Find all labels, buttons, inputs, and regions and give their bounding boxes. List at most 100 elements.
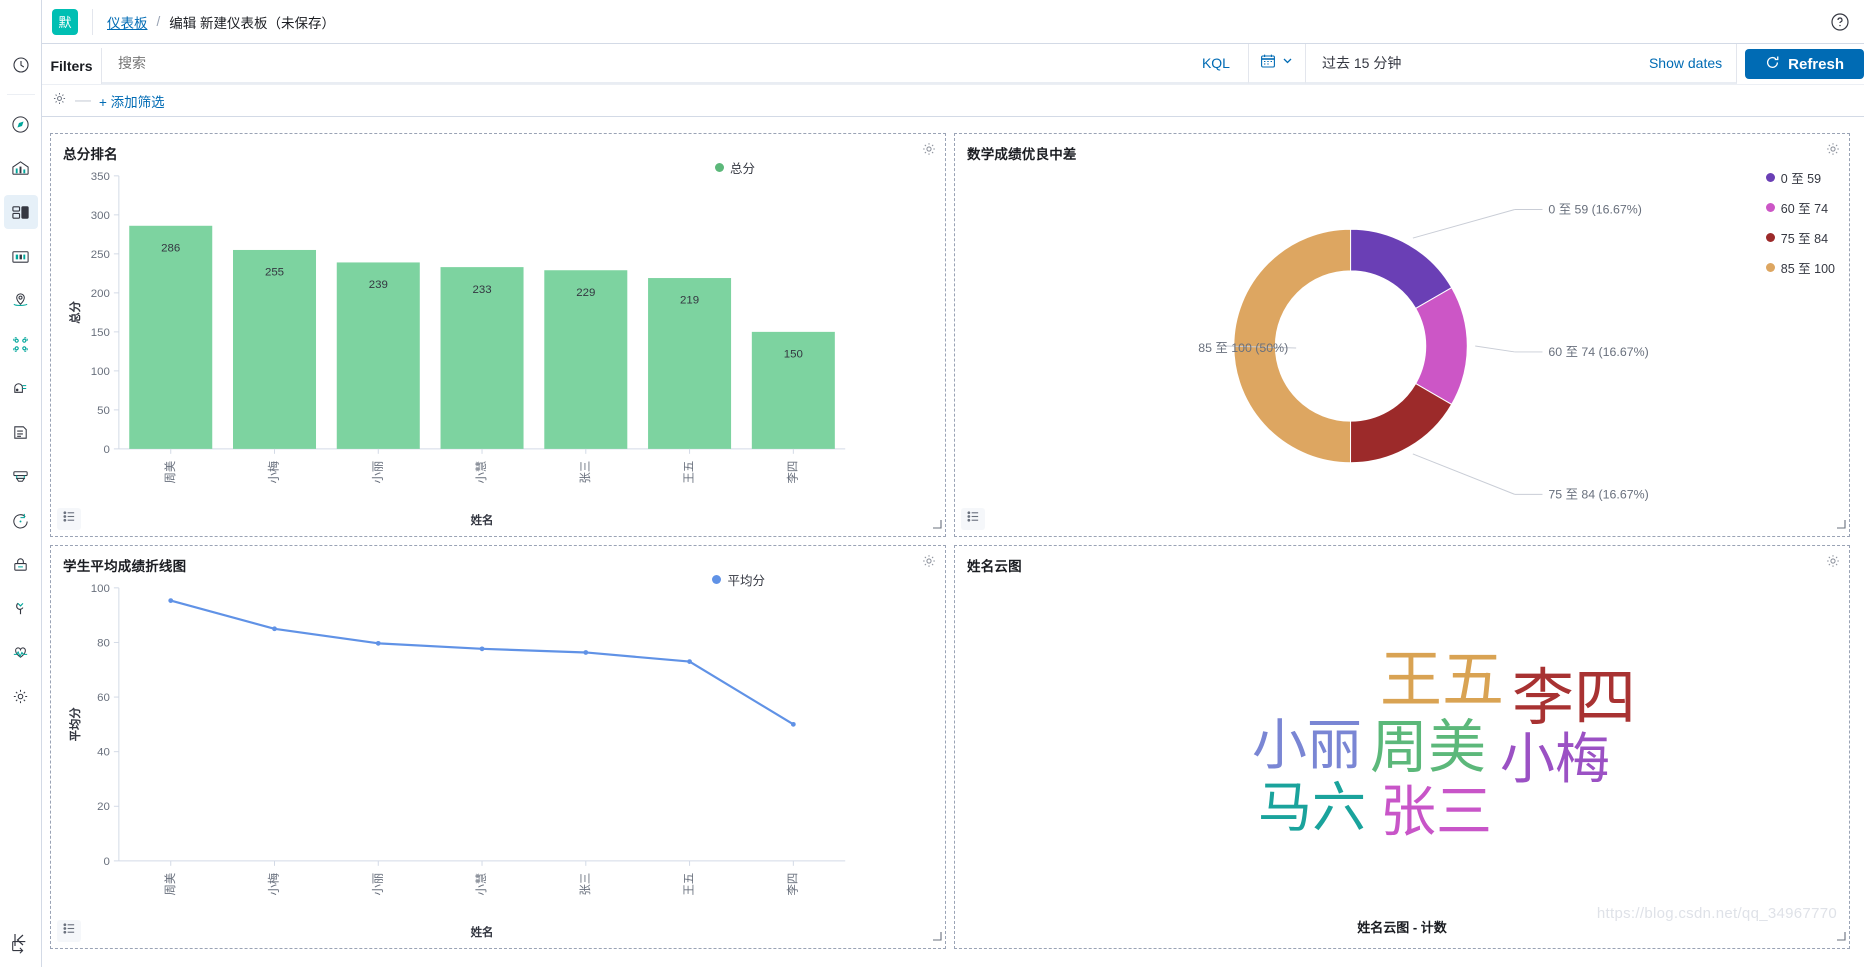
filters-tab[interactable]: Filters: [42, 48, 102, 84]
svg-text:100: 100: [91, 583, 110, 595]
sidebar-nav-rail: [0, 0, 42, 967]
svg-text:233: 233: [472, 284, 491, 296]
export-icon[interactable]: [10, 938, 28, 961]
word-cloud-term[interactable]: 李四: [1512, 668, 1636, 730]
monitoring-heart-icon: [11, 643, 30, 662]
svg-text:350: 350: [91, 171, 110, 183]
svg-text:周美: 周美: [163, 461, 177, 484]
svg-text:张三: 张三: [579, 873, 592, 896]
panel-total-score-ranking[interactable]: 总分排名 总分 0 50 100 150 200 250 300 350 总分 286 周美 255 小…: [50, 133, 946, 537]
svg-text:250: 250: [91, 249, 110, 261]
sidebar-item-maps[interactable]: [4, 283, 38, 317]
add-filter-link[interactable]: + 添加筛选: [99, 91, 165, 111]
kibana-logo[interactable]: [0, 0, 4, 44]
svg-text:姓名: 姓名: [471, 925, 494, 939]
sidebar-item-dev-tools[interactable]: [4, 591, 38, 625]
sidebar-item-monitoring[interactable]: [4, 635, 38, 669]
word-cloud-term[interactable]: 小梅: [1500, 732, 1610, 787]
breadcrumb-dashboard-link[interactable]: 仪表板: [107, 12, 148, 32]
sidebar-item-recently-viewed[interactable]: [4, 48, 38, 82]
svg-text:85 至 100 (50%): 85 至 100 (50%): [1198, 341, 1288, 355]
svg-text:229: 229: [576, 287, 595, 299]
date-range-display[interactable]: 过去 15 分钟: [1304, 44, 1635, 84]
gear-icon[interactable]: [52, 91, 67, 111]
svg-text:200: 200: [91, 288, 110, 300]
svg-text:小丽: 小丽: [371, 461, 384, 484]
panel-resize-handle[interactable]: [1835, 928, 1846, 946]
sidebar-item-logs[interactable]: [4, 415, 38, 449]
sidebar-item-visualize[interactable]: [4, 151, 38, 185]
svg-text:周美: 周美: [163, 873, 177, 896]
sidebar-item-management[interactable]: [4, 679, 38, 713]
panel-options-gear-icon[interactable]: [1825, 553, 1841, 574]
graph-icon: [11, 335, 30, 354]
sidebar-item-uptime[interactable]: [4, 547, 38, 581]
show-dates-button[interactable]: Show dates: [1634, 44, 1738, 84]
refresh-icon: [1765, 55, 1780, 74]
list-icon: [62, 510, 76, 528]
breadcrumb-current: 编辑 新建仪表板（未保存）: [169, 15, 336, 31]
svg-text:小丽: 小丽: [371, 873, 384, 896]
panel-resize-handle[interactable]: [1835, 516, 1846, 534]
svg-text:李四: 李四: [785, 461, 799, 484]
word-cloud-term[interactable]: 马六: [1258, 781, 1366, 835]
sidebar-item-apm[interactable]: [4, 503, 38, 537]
kql-language-button[interactable]: KQL: [1183, 44, 1248, 84]
svg-text:80: 80: [97, 637, 110, 649]
svg-text:75 至 84 (16.67%): 75 至 84 (16.67%): [1548, 487, 1648, 501]
sidebar-item-metrics[interactable]: [4, 459, 38, 493]
visualize-chart-icon: [11, 159, 30, 178]
logs-icon: [11, 423, 30, 442]
panel-resize-handle[interactable]: [931, 516, 942, 534]
svg-text:60: 60: [97, 692, 110, 704]
svg-text:小慧: 小慧: [474, 461, 488, 484]
sidebar-item-dashboard[interactable]: [3, 195, 38, 229]
panel-math-grade-distribution[interactable]: 数学成绩优良中差 0 至 59 60 至 74 75 至 84 85 至 100 0 …: [954, 133, 1850, 537]
sidebar-item-discover[interactable]: [4, 107, 38, 141]
kibana-dashboard-app: 默 仪表板 / 编辑 新建仪表板（未保存） Filters KQL: [0, 0, 1864, 967]
panel-legend-toggle[interactable]: [961, 508, 985, 530]
svg-text:0 至 59 (16.67%): 0 至 59 (16.67%): [1548, 202, 1641, 216]
dashboard-icon: [11, 203, 30, 222]
security-lock-icon: [11, 555, 30, 574]
panel-name-word-cloud[interactable]: 姓名云图 王五 李四 小丽 周美 小梅 马六 张三 姓名云图 - 计数 https://bl…: [954, 545, 1850, 949]
svg-text:219: 219: [680, 295, 699, 307]
sidebar-item-machine-learning[interactable]: [4, 371, 38, 405]
word-cloud-term[interactable]: 小丽: [1252, 718, 1362, 773]
panel-legend-toggle[interactable]: [57, 920, 81, 942]
panel-resize-handle[interactable]: [931, 928, 942, 946]
svg-text:小慧: 小慧: [474, 873, 488, 896]
sidebar-item-graph[interactable]: [4, 327, 38, 361]
canvas-icon: [11, 247, 30, 266]
metrics-icon: [11, 467, 30, 486]
search-input[interactable]: [102, 55, 1184, 71]
word-cloud-term[interactable]: 周美: [1370, 719, 1486, 777]
help-circle-icon[interactable]: [1830, 12, 1850, 37]
svg-text:286: 286: [161, 243, 180, 255]
sidebar-item-canvas[interactable]: [4, 239, 38, 273]
calendar-icon: [1260, 53, 1276, 74]
panel-title: 总分排名: [63, 147, 118, 162]
word-cloud-term[interactable]: 张三: [1380, 784, 1492, 840]
panel-options-gear-icon[interactable]: [1825, 141, 1841, 162]
panel-title: 学生平均成绩折线图: [63, 559, 187, 574]
svg-text:平均分: 平均分: [68, 707, 82, 742]
svg-text:255: 255: [265, 267, 284, 279]
date-picker-quick-menu[interactable]: [1247, 44, 1305, 84]
panel-average-score-line[interactable]: 学生平均成绩折线图 平均分 0 20 40 60 80 100 平均分 周美 小梅 小丽 小慧 张三 王…: [50, 545, 946, 949]
list-icon: [62, 922, 76, 940]
word-cloud-term[interactable]: 王五: [1380, 650, 1504, 712]
list-icon: [966, 510, 980, 528]
refresh-button[interactable]: Refresh: [1745, 49, 1864, 79]
sidebar-divider: [6, 94, 35, 95]
bar-chart-svg: 0 50 100 150 200 250 300 350 总分 286 周美 255 小梅 239 小丽 23…: [68, 171, 846, 527]
space-avatar[interactable]: 默: [52, 8, 78, 35]
dashboard-grid: 总分排名 总分 0 50 100 150 200 250 300 350 总分 286 周美 255 小…: [42, 125, 1864, 967]
panel-legend-toggle[interactable]: [57, 508, 81, 530]
pie-chart-svg: 0 至 59 (16.67%) 60 至 74 (16.67%) 75 至 84 (…: [1198, 202, 1648, 501]
svg-text:张三: 张三: [579, 461, 592, 484]
panel-options-gear-icon[interactable]: [921, 553, 937, 574]
panel-options-gear-icon[interactable]: [921, 141, 937, 162]
apm-icon: [11, 511, 30, 530]
svg-text:0: 0: [104, 856, 110, 868]
